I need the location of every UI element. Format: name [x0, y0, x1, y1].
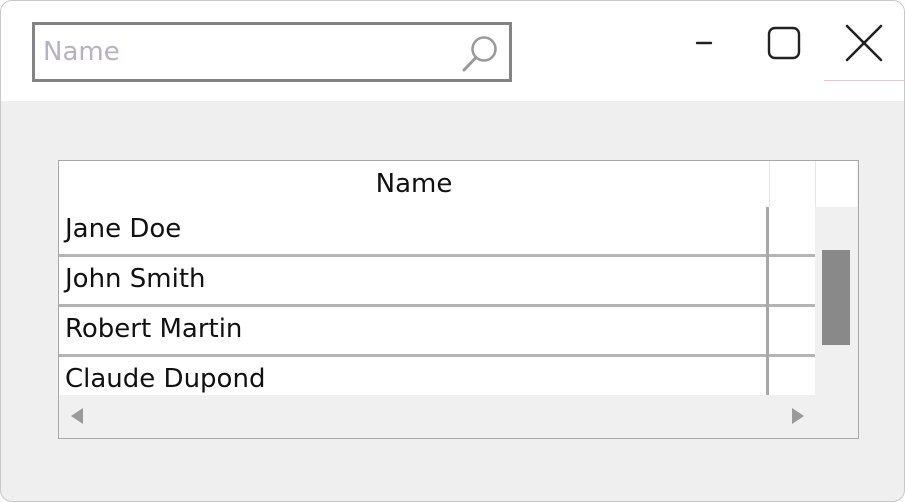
maximize-button[interactable] [762, 21, 806, 65]
grid-rows: Jane Doe John Smith Robert Martin Claude… [59, 207, 815, 395]
minimize-button[interactable] [682, 21, 726, 65]
search-input[interactable] [43, 32, 453, 72]
column-header-empty[interactable] [770, 161, 815, 207]
vertical-scroll-thumb[interactable] [822, 250, 850, 345]
vertical-scrollbar[interactable] [815, 207, 857, 395]
column-header-name[interactable]: Name [59, 161, 769, 207]
cell-name[interactable]: Jane Doe [65, 214, 181, 244]
close-icon [845, 24, 883, 62]
minimize-icon [695, 41, 713, 45]
table-row[interactable]: Claude Dupond [59, 357, 815, 395]
cell-name[interactable]: John Smith [65, 264, 206, 294]
app-window: Name Jane Doe John Smith Robert Martin C… [0, 0, 905, 502]
cell-name[interactable]: Robert Martin [65, 314, 242, 344]
header-corner [815, 161, 857, 207]
column-separator[interactable] [766, 207, 769, 395]
cell-name[interactable]: Claude Dupond [65, 364, 265, 394]
horizontal-scrollbar[interactable] [59, 395, 815, 437]
table-row[interactable]: Jane Doe [59, 207, 815, 257]
scroll-left-arrow-icon[interactable] [71, 408, 83, 424]
table-row[interactable]: John Smith [59, 257, 815, 307]
close-button[interactable] [842, 21, 886, 65]
search-icon[interactable] [459, 33, 501, 75]
data-grid[interactable]: Name Jane Doe John Smith Robert Martin C… [58, 160, 859, 439]
search-box[interactable] [32, 22, 512, 82]
maximize-icon [767, 26, 801, 60]
title-bar [1, 1, 904, 101]
close-button-underline [824, 80, 904, 81]
scroll-right-arrow-icon[interactable] [792, 408, 804, 424]
table-row[interactable]: Robert Martin [59, 307, 815, 357]
